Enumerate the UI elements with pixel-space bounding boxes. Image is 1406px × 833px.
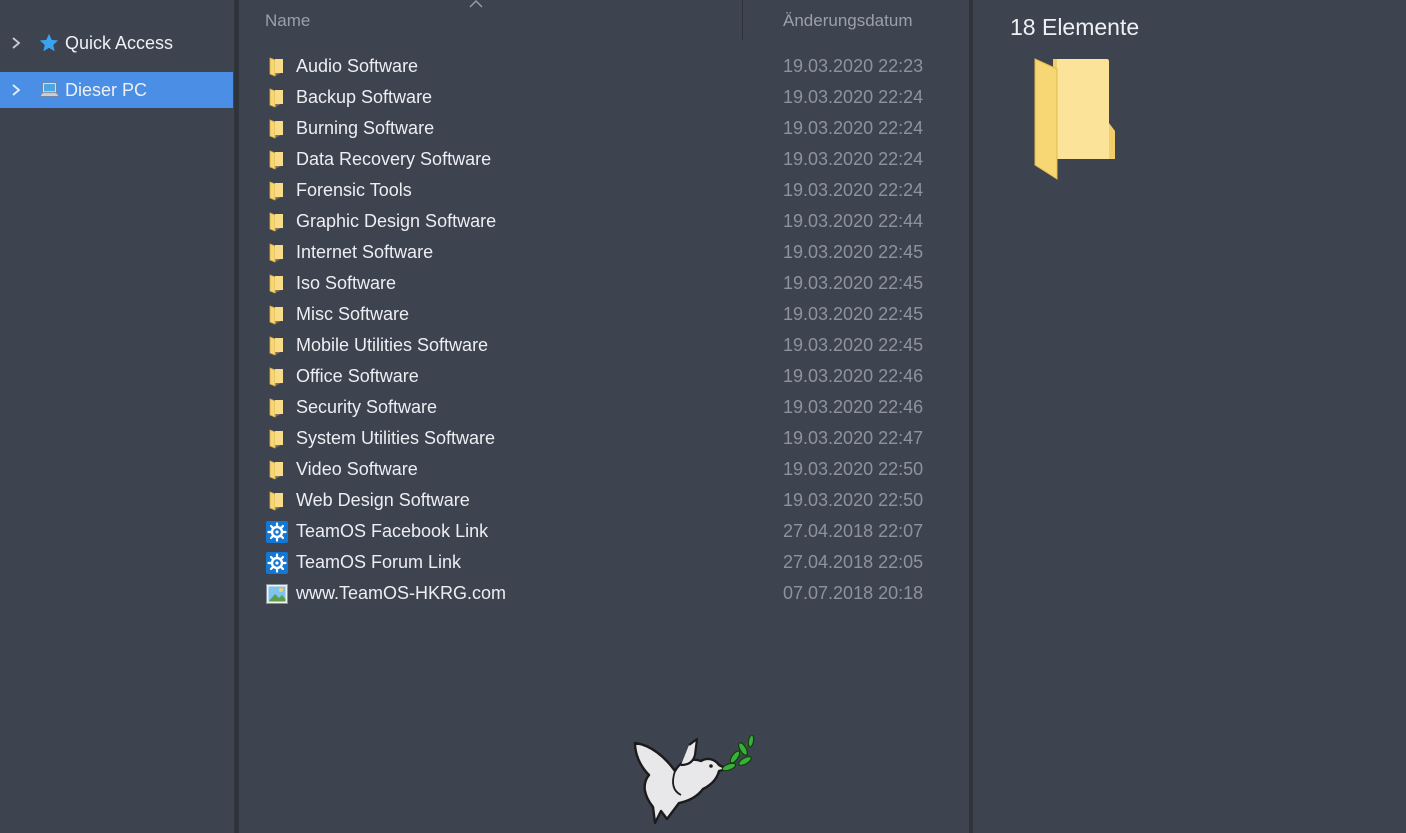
file-modified-date: 19.03.2020 22:47 [783, 428, 924, 448]
file-modified-date: 19.03.2020 22:44 [783, 211, 924, 231]
file-list-item[interactable]: System Utilities Software 19.03.2020 22:4… [263, 424, 963, 455]
details-pane: 18 Elemente [973, 0, 1406, 833]
file-list-item[interactable]: Security Software 19.03.2020 22:46 [263, 393, 963, 424]
file-list-item[interactable]: Office Software 19.03.2020 22:46 [263, 362, 963, 393]
nav-item-label: Quick Access [65, 32, 174, 53]
file-list-item[interactable]: Backup Software 19.03.2020 22:24 [263, 83, 963, 114]
folder-icon [266, 304, 288, 326]
nav-item-quick-access[interactable]: Quick Access [0, 25, 233, 61]
folder-icon [266, 397, 288, 419]
file-modified-date: 07.07.2018 20:18 [783, 583, 924, 603]
star-icon [39, 33, 59, 52]
folder-icon [266, 366, 288, 388]
file-list-item[interactable]: Misc Software 19.03.2020 22:45 [263, 300, 963, 331]
file-list-item[interactable]: TeamOS Forum Link 27.04.2018 22:05 [263, 548, 963, 579]
file-name: Internet Software [296, 242, 434, 262]
file-modified-date: 19.03.2020 22:45 [783, 273, 924, 293]
folder-icon [266, 87, 288, 109]
file-modified-date: 19.03.2020 22:50 [783, 490, 924, 510]
file-list-item[interactable]: www.TeamOS-HKRG.com 07.07.2018 20:18 [263, 579, 963, 610]
gear-link-icon [266, 521, 288, 543]
file-modified-date: 27.04.2018 22:07 [783, 521, 924, 541]
file-name: Audio Software [296, 56, 419, 76]
navigation-pane: Quick Access Dieser PC [0, 0, 234, 833]
file-name: Burning Software [296, 118, 435, 138]
folder-icon [266, 242, 288, 264]
file-list-item[interactable]: Internet Software 19.03.2020 22:45 [263, 238, 963, 269]
file-modified-date: 19.03.2020 22:24 [783, 180, 924, 200]
file-list-item[interactable]: Web Design Software 19.03.2020 22:50 [263, 486, 963, 517]
chevron-right-icon[interactable] [9, 83, 23, 97]
file-list-pane: Name Änderungsdatum Audio Software 19.03.… [239, 0, 969, 833]
folder-icon [266, 428, 288, 450]
file-name: Security Software [296, 397, 438, 417]
folder-icon [266, 273, 288, 295]
file-name: Iso Software [296, 273, 397, 293]
file-modified-date: 19.03.2020 22:45 [783, 242, 924, 262]
file-modified-date: 27.04.2018 22:05 [783, 552, 924, 572]
folder-icon [266, 459, 288, 481]
gear-link-icon [266, 552, 288, 574]
item-count: 18 Elemente [1010, 14, 1140, 40]
file-name: Misc Software [296, 304, 410, 324]
column-header-date[interactable]: Änderungsdatum [783, 11, 912, 53]
file-modified-date: 19.03.2020 22:46 [783, 397, 924, 417]
file-list-item[interactable]: TeamOS Facebook Link 27.04.2018 22:07 [263, 517, 963, 548]
file-name: Mobile Utilities Software [296, 335, 489, 355]
file-modified-date: 19.03.2020 22:23 [783, 56, 924, 76]
nav-item-label: Dieser PC [65, 79, 148, 100]
file-modified-date: 19.03.2020 22:24 [783, 149, 924, 169]
computer-icon [39, 82, 60, 97]
file-name: Data Recovery Software [296, 149, 492, 169]
dove-logo [633, 735, 755, 825]
file-list-item[interactable]: Graphic Design Software 19.03.2020 22:44 [263, 207, 963, 238]
file-name: TeamOS Facebook Link [296, 521, 489, 541]
file-modified-date: 19.03.2020 22:50 [783, 459, 924, 479]
column-separator[interactable] [742, 0, 743, 40]
image-file-icon [266, 583, 288, 605]
file-name: Forensic Tools [296, 180, 412, 200]
file-name: Graphic Design Software [296, 211, 497, 231]
folder-icon [266, 335, 288, 357]
file-modified-date: 19.03.2020 22:45 [783, 335, 924, 355]
folder-icon [1034, 58, 1115, 180]
folder-icon [266, 149, 288, 171]
chevron-right-icon[interactable] [9, 36, 23, 50]
file-modified-date: 19.03.2020 22:24 [783, 118, 924, 138]
file-name: System Utilities Software [296, 428, 496, 448]
file-name: TeamOS Forum Link [296, 552, 462, 572]
nav-item-dieser-pc[interactable]: Dieser PC [0, 72, 233, 108]
folder-icon [266, 180, 288, 202]
file-list-item[interactable]: Data Recovery Software 19.03.2020 22:24 [263, 145, 963, 176]
file-list-item[interactable]: Forensic Tools 19.03.2020 22:24 [263, 176, 963, 207]
file-list-item[interactable]: Audio Software 19.03.2020 22:23 [263, 52, 963, 83]
file-list-item[interactable]: Burning Software 19.03.2020 22:24 [263, 114, 963, 145]
file-list-item[interactable]: Iso Software 19.03.2020 22:45 [263, 269, 963, 300]
file-list-item[interactable]: Video Software 19.03.2020 22:50 [263, 455, 963, 486]
file-name: Office Software [296, 366, 419, 386]
file-modified-date: 19.03.2020 22:46 [783, 366, 924, 386]
file-name: Backup Software [296, 87, 433, 107]
folder-icon [266, 211, 288, 233]
file-name: Video Software [296, 459, 418, 479]
sort-ascending-icon [469, 0, 483, 8]
folder-icon [266, 56, 288, 78]
file-name: Web Design Software [296, 490, 470, 510]
file-name: www.TeamOS-HKRG.com [296, 583, 507, 603]
folder-icon [266, 118, 288, 140]
column-header-name[interactable]: Name [265, 11, 310, 53]
file-list-item[interactable]: Mobile Utilities Software 19.03.2020 22:4… [263, 331, 963, 362]
folder-icon [266, 490, 288, 512]
file-modified-date: 19.03.2020 22:45 [783, 304, 924, 324]
file-modified-date: 19.03.2020 22:24 [783, 87, 924, 107]
